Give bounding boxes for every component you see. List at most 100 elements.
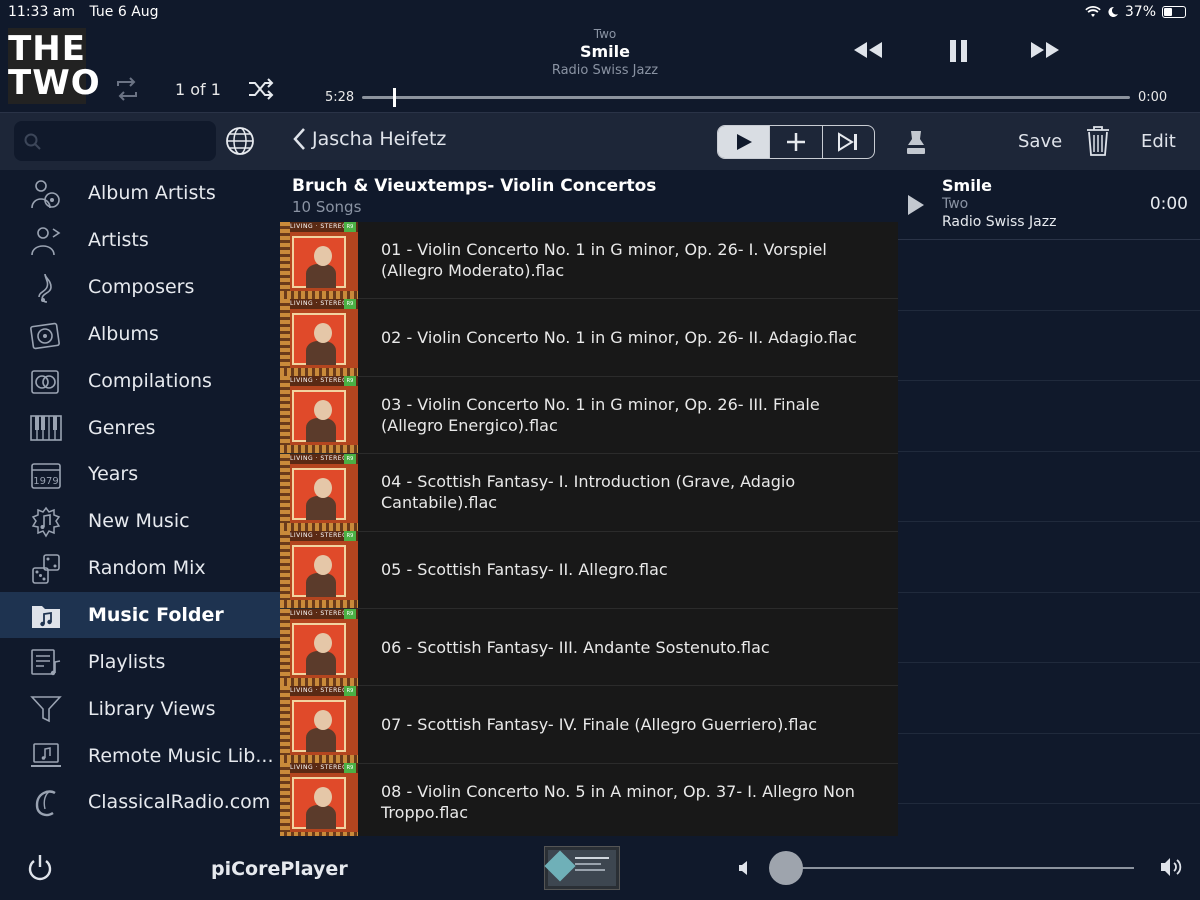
track-name: 06 - Scottish Fantasy- III. Andante Sost…: [381, 637, 770, 657]
add-to-queue-button[interactable]: [769, 126, 821, 158]
track-name: 04 - Scottish Fantasy- I. Introduction (…: [381, 472, 796, 513]
sidebar-item-music-folder[interactable]: Music Folder: [0, 591, 280, 639]
status-date: Tue 6 Aug: [89, 4, 159, 20]
sidebar-item-library-views[interactable]: Library Views: [0, 685, 280, 732]
sidebar-item-classical-radio[interactable]: ClassicalRadio.com: [0, 779, 280, 826]
sidebar-item-label: New Music: [88, 510, 190, 533]
sidebar-item-artists[interactable]: Artists: [0, 217, 280, 264]
queue-empty-row: [898, 381, 1200, 452]
album-art-thumbnail: LIVING · STEREO R9: [280, 299, 358, 377]
play-icon: [736, 134, 752, 150]
now-playing-station: Radio Swiss Jazz: [551, 63, 659, 78]
thumb-label: LIVING · STEREO: [290, 609, 348, 617]
power-icon[interactable]: [26, 853, 54, 883]
play-all-button[interactable]: [718, 126, 770, 158]
edit-button[interactable]: Edit: [1141, 131, 1176, 152]
volume-thumb[interactable]: [769, 851, 803, 885]
sidebar-item-label: Compilations: [88, 369, 212, 392]
library-views-icon: [28, 693, 64, 725]
progress-thumb[interactable]: [392, 88, 396, 107]
queue-item-station: Radio Swiss Jazz: [942, 214, 1057, 230]
queue-empty-row: [898, 734, 1200, 804]
sidebar-item-label: Album Artists: [88, 182, 216, 205]
thumb-badge: R9: [344, 763, 356, 774]
queue-empty-row: [898, 522, 1200, 593]
sidebar-item-label: Remote Music Lib...: [88, 744, 274, 767]
fast-forward-icon[interactable]: [1027, 38, 1063, 62]
composers-icon: [28, 272, 64, 304]
track-row[interactable]: LIVING · STEREO R9 05 - Scottish Fantasy…: [280, 531, 898, 609]
sidebar-item-years[interactable]: 1979 Years: [0, 451, 280, 498]
repeat-icon[interactable]: [112, 76, 142, 102]
now-playing-info: Two Smile Radio Swiss Jazz: [460, 27, 750, 78]
sidebar-item-label: Genres: [88, 416, 156, 439]
thumb-label: LIVING · STEREO: [290, 532, 348, 540]
thumb-label: LIVING · STEREO: [290, 687, 348, 695]
track-row[interactable]: LIVING · STEREO R9 07 - Scottish Fantasy…: [280, 686, 898, 764]
random-mix-icon: [28, 553, 64, 585]
album-header: Bruch & Vieuxtemps- Violin Concertos 10 …: [280, 170, 898, 222]
album-artists-icon: [28, 178, 64, 210]
album-song-count: 10 Songs: [292, 198, 362, 216]
player-name[interactable]: piCorePlayer: [211, 858, 348, 880]
thumb-label: LIVING · STEREO: [290, 222, 348, 230]
status-bar: 11:33 am Tue 6 Aug 37%: [0, 0, 1200, 24]
now-playing-thumbnail[interactable]: [544, 846, 620, 890]
sidebar-item-genres[interactable]: Genres: [0, 404, 280, 451]
play-next-icon: [838, 132, 858, 152]
track-name: 02 - Violin Concerto No. 1 in G minor, O…: [381, 328, 857, 348]
volume-low-icon[interactable]: [738, 860, 752, 876]
years-icon: 1979: [28, 459, 64, 491]
volume-high-icon[interactable]: [1160, 856, 1186, 878]
elapsed-time: 5:28: [325, 90, 355, 105]
track-name: 01 - Violin Concerto No. 1 in G minor, O…: [381, 240, 827, 281]
rewind-icon[interactable]: [850, 38, 886, 62]
playback-actions: [717, 125, 875, 159]
browse-toolbar: Jascha Heifetz Save Edit: [0, 112, 1200, 170]
pin-icon[interactable]: [905, 129, 927, 157]
track-name: 03 - Violin Concerto No. 1 in G minor, O…: [381, 394, 820, 435]
track-row[interactable]: LIVING · STEREO R9 02 - Violin Concerto …: [280, 299, 898, 377]
sidebar-item-compilations[interactable]: Compilations: [0, 357, 280, 404]
genres-icon: [28, 412, 64, 444]
volume-slider[interactable]: [786, 867, 1134, 869]
sidebar-item-random-mix[interactable]: Random Mix: [0, 545, 280, 592]
queue-item[interactable]: Smile Two Radio Swiss Jazz 0:00: [898, 170, 1200, 240]
track-row[interactable]: LIVING · STEREO R9 06 - Scottish Fantasy…: [280, 608, 898, 687]
track-row[interactable]: LIVING · STEREO R9 01 - Violin Concerto …: [280, 221, 898, 300]
trash-icon[interactable]: [1085, 125, 1111, 157]
sidebar-item-label: Albums: [88, 322, 159, 345]
playlist-counter: 1 of 1: [175, 80, 221, 99]
globe-icon[interactable]: [224, 125, 256, 157]
search-input[interactable]: [14, 121, 216, 161]
album-title: Bruch & Vieuxtemps- Violin Concertos: [292, 176, 657, 196]
thumb-label: LIVING · STEREO: [290, 377, 348, 385]
albums-icon: [28, 319, 64, 351]
play-next-button[interactable]: [821, 126, 874, 158]
thumb-label: LIVING · STEREO: [290, 764, 348, 772]
track-row[interactable]: LIVING · STEREO R9 04 - Scottish Fantasy…: [280, 453, 898, 532]
queue-panel: Smile Two Radio Swiss Jazz 0:00: [898, 170, 1200, 836]
now-playing-header: THE TWO 1 of 1 Two Smile Radio Swiss Jaz…: [0, 24, 1200, 112]
queue-item-time: 0:00: [1149, 194, 1188, 214]
pause-icon[interactable]: [948, 38, 970, 64]
plus-icon: [786, 133, 805, 151]
sidebar-item-label: Composers: [88, 276, 195, 299]
save-button[interactable]: Save: [1018, 131, 1062, 152]
sidebar-item-new-music[interactable]: New Music: [0, 498, 280, 545]
thumb-badge: R9: [344, 608, 356, 619]
new-music-icon: [28, 506, 64, 538]
compilations-icon: [28, 365, 64, 397]
sidebar-item-albums[interactable]: Albums: [0, 311, 280, 358]
sidebar-item-remote-library[interactable]: Remote Music Lib...: [0, 732, 280, 779]
track-row[interactable]: LIVING · STEREO R9 08 - Violin Concerto …: [280, 763, 898, 836]
progress-bar[interactable]: [362, 88, 1130, 107]
thumb-badge: R9: [344, 376, 356, 387]
sidebar-item-playlists[interactable]: Playlists: [0, 638, 280, 685]
sidebar-item-composers[interactable]: Composers: [0, 264, 280, 311]
track-row[interactable]: LIVING · STEREO R9 03 - Violin Concerto …: [280, 376, 898, 455]
sidebar-item-album-artists[interactable]: Album Artists: [0, 170, 280, 217]
shuffle-icon[interactable]: [247, 76, 275, 102]
back-button[interactable]: Jascha Heifetz: [292, 127, 446, 151]
search-icon: [24, 133, 41, 150]
